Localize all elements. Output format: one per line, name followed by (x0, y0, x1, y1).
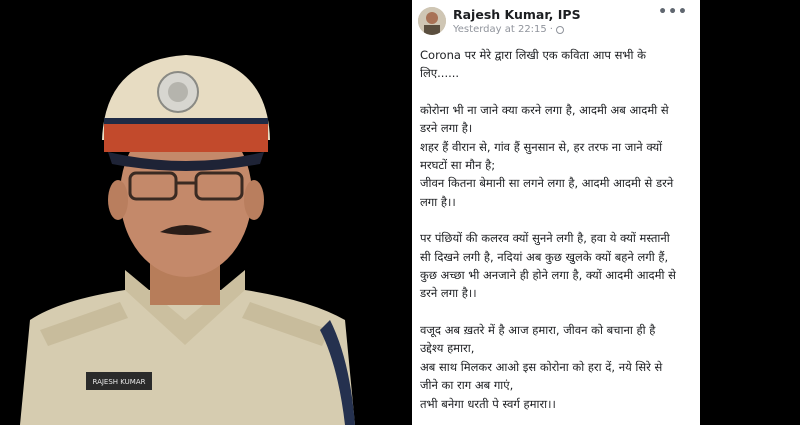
officer-photo: RAJESH KUMAR (0, 0, 372, 425)
text-line: अब साथ मिलकर आओ इस कोरोना को हरा दें, नय… (420, 359, 663, 374)
text-line: कुछ अच्छा भी अनजाने ही होने लगा है, क्यो… (420, 268, 676, 283)
text-line: मरघटों सा मौन है; (420, 158, 496, 173)
uniform (20, 290, 355, 425)
text-line: पर पंछियों की कलरव क्यों सुनने लगी है, ह… (420, 231, 670, 246)
text-line: कोरोना भी ना जाने क्या करने लगा है, आदमी… (420, 102, 669, 117)
name-tag-text: RAJESH KUMAR (92, 378, 145, 386)
stanza-1: कोरोना भी ना जाने क्या करने लगा है, आदमी… (420, 101, 692, 211)
text-line: लगा है।। (420, 194, 456, 209)
avatar-icon (418, 7, 446, 35)
facebook-post: Rajesh Kumar, IPS Yesterday at 22:15 · •… (412, 0, 700, 425)
post-intro: Corona पर मेरे द्वारा लिखी एक कविता आप स… (420, 46, 692, 83)
text-line: डरने लगा है।। (420, 286, 477, 301)
text-line: उद्देश्य हमारा, (420, 341, 475, 356)
post-timestamp[interactable]: Yesterday at 22:15 (453, 24, 547, 35)
black-gap (372, 0, 412, 425)
text-line: Corona पर मेरे द्वारा लिखी एक कविता आप स… (420, 48, 646, 62)
text-line: जीवन कितना बेमानी सा लगने लगा है, आदमी आ… (420, 176, 674, 191)
stanza-3: वजूद अब ख़तरे में है आज हमारा, जीवन को ब… (420, 321, 692, 413)
post-header: Rajesh Kumar, IPS Yesterday at 22:15 · •… (412, 0, 700, 40)
text-line: लिए...... (420, 66, 460, 81)
text-line: शहर हैं वीरान से, गांव हैं सुनसान से, हर… (420, 139, 663, 154)
stanza-2: पर पंछियों की कलरव क्यों सुनने लगी है, ह… (420, 229, 692, 303)
author-avatar[interactable] (418, 7, 446, 35)
meta-separator: · (549, 24, 553, 35)
more-options-icon[interactable]: ••• (658, 4, 688, 20)
text-line: जीने का राग अब गाएं, (420, 378, 514, 393)
post-meta: Yesterday at 22:15 · (453, 24, 564, 35)
globe-icon (555, 25, 564, 34)
text-line: वजूद अब ख़तरे में है आज हमारा, जीवन को ब… (420, 322, 656, 337)
text-line: तभी बनेगा धरती पे स्वर्ग हमारा।। (420, 396, 556, 411)
post-body: Corona पर मेरे द्वारा लिखी एक कविता आप स… (412, 40, 700, 413)
black-margin (700, 0, 800, 425)
author-name[interactable]: Rajesh Kumar, IPS (453, 7, 581, 22)
officer-illustration: RAJESH KUMAR (0, 0, 372, 425)
text-line: सी दिखने लगी है, नदियां अब कुछ खुलके क्य… (420, 249, 669, 264)
text-line: डरने लगा है। (420, 121, 473, 136)
